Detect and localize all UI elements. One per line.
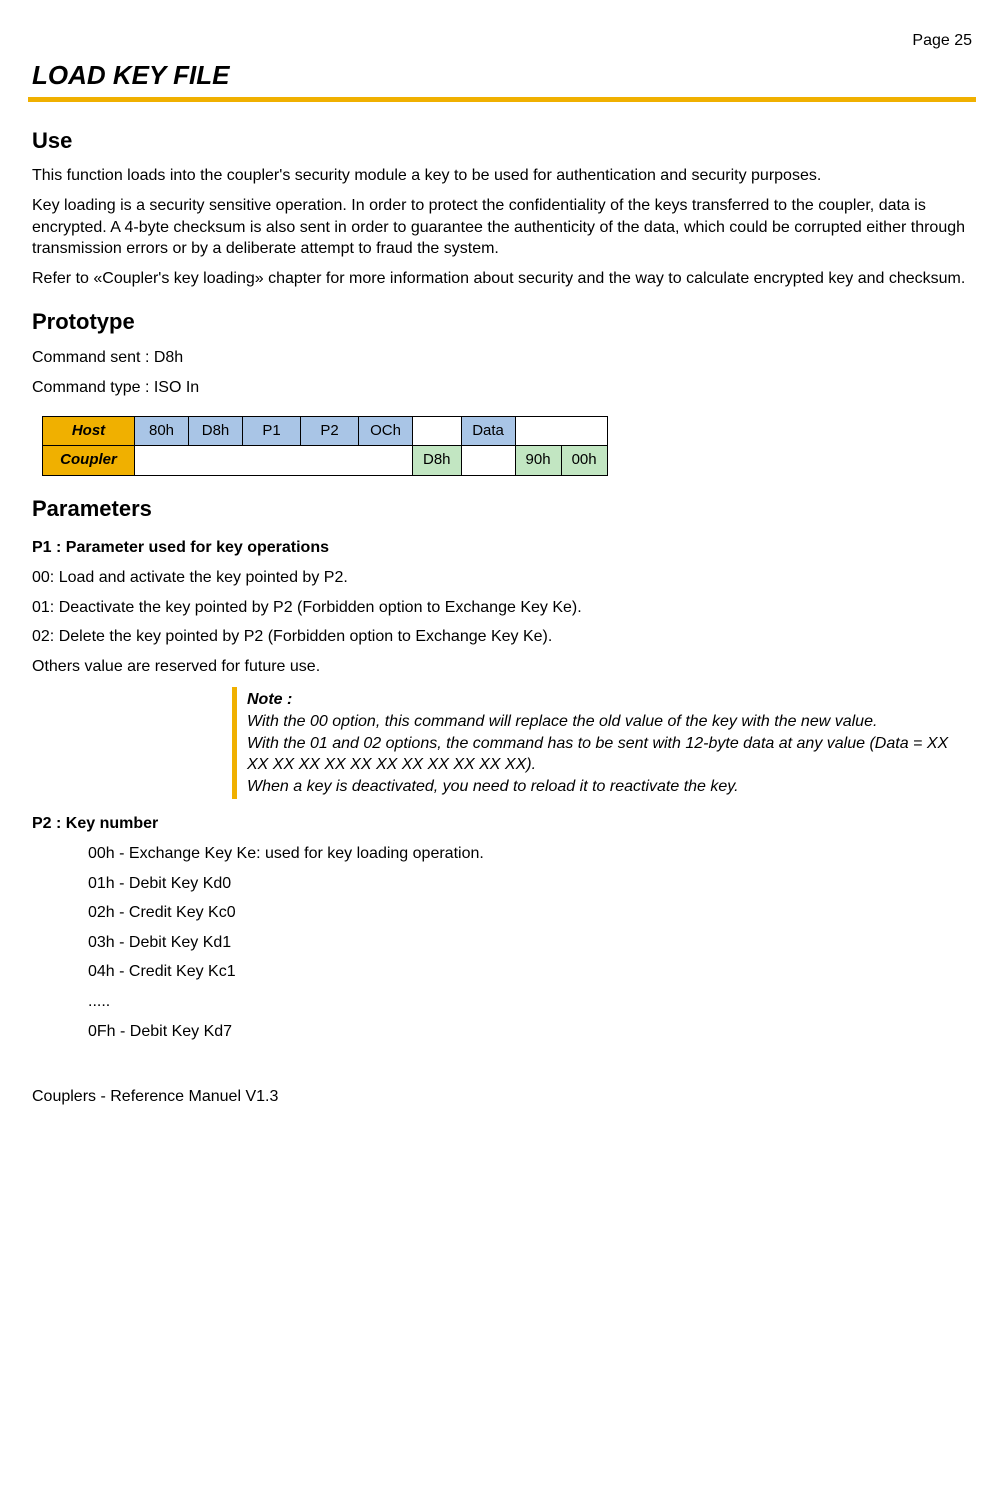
list-item: 04h - Credit Key Kc1 [88, 961, 972, 983]
host-c3: P2 [301, 417, 359, 446]
page-number: Page 25 [32, 30, 972, 52]
host-c7 [515, 417, 607, 446]
host-c0: 80h [135, 417, 189, 446]
p1-heading: P1 : Parameter used for key operations [32, 537, 972, 559]
host-c1: D8h [189, 417, 243, 446]
coupler-label: Coupler [43, 446, 135, 475]
footer-text: Couplers - Reference Manuel V1.3 [32, 1086, 972, 1108]
use-p3: Refer to «Coupler's key loading» chapter… [32, 268, 972, 290]
page-title: LOAD KEY FILE [32, 58, 972, 95]
use-heading: Use [32, 126, 972, 156]
note-label: Note : [247, 691, 292, 708]
coupler-c5: D8h [413, 446, 462, 475]
prototype-heading: Prototype [32, 307, 972, 337]
p1-01: 01: Deactivate the key pointed by P2 (Fo… [32, 597, 972, 619]
table-row: Coupler D8h 90h 00h [43, 446, 608, 475]
key-list: 00h - Exchange Key Ke: used for key load… [88, 843, 972, 1042]
p1-others: Others value are reserved for future use… [32, 656, 972, 678]
p1-02: 02: Delete the key pointed by P2 (Forbid… [32, 626, 972, 648]
prototype-table: Host 80h D8h P1 P2 OCh Data Coupler D8h … [42, 416, 608, 476]
note-line-1: With the 00 option, this command will re… [247, 713, 877, 730]
coupler-c0 [135, 446, 413, 475]
host-label: Host [43, 417, 135, 446]
list-item: 03h - Debit Key Kd1 [88, 932, 972, 954]
use-p1: This function loads into the coupler's s… [32, 165, 972, 187]
list-item: 00h - Exchange Key Ke: used for key load… [88, 843, 972, 865]
host-c2: P1 [243, 417, 301, 446]
list-item: 0Fh - Debit Key Kd7 [88, 1021, 972, 1043]
note-line-2: With the 01 and 02 options, the command … [247, 735, 948, 774]
host-c6: Data [461, 417, 515, 446]
use-p2: Key loading is a security sensitive oper… [32, 195, 972, 260]
p1-00: 00: Load and activate the key pointed by… [32, 567, 972, 589]
note-box: Note : With the 00 option, this command … [232, 687, 972, 799]
list-item: 01h - Debit Key Kd0 [88, 873, 972, 895]
list-ellipsis: ..... [88, 991, 972, 1013]
list-item: 02h - Credit Key Kc0 [88, 902, 972, 924]
p2-heading: P2 : Key number [32, 813, 972, 835]
host-c4: OCh [359, 417, 413, 446]
table-row: Host 80h D8h P1 P2 OCh Data [43, 417, 608, 446]
note-line-3: When a key is deactivated, you need to r… [247, 778, 739, 795]
coupler-c7: 90h [515, 446, 561, 475]
title-rule [28, 97, 976, 102]
cmd-type: Command type : ISO In [32, 377, 972, 399]
coupler-c6 [461, 446, 515, 475]
coupler-c8: 00h [561, 446, 607, 475]
parameters-heading: Parameters [32, 494, 972, 524]
cmd-sent: Command sent : D8h [32, 347, 972, 369]
host-c5 [413, 417, 462, 446]
